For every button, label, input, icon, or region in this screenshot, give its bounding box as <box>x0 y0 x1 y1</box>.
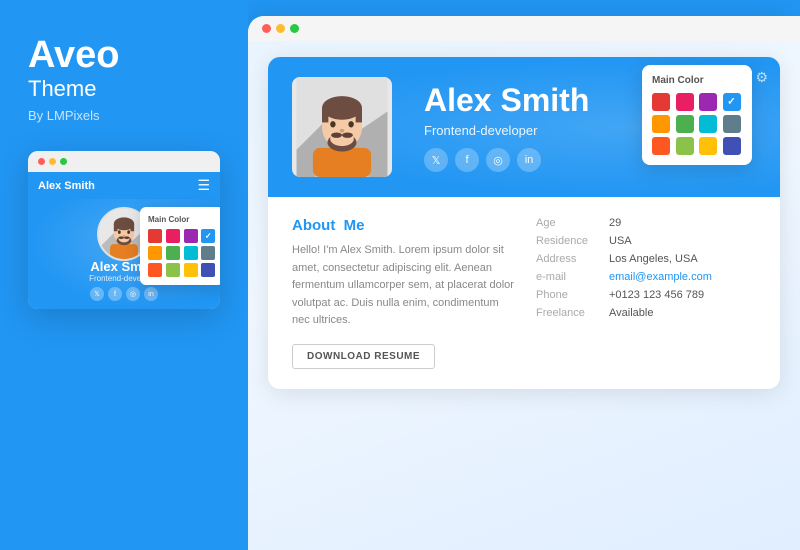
mini-social: 𝕏 f ◎ in <box>90 287 158 301</box>
about-section: About Me Hello! I'm Alex Smith. Lorem ip… <box>292 217 516 369</box>
mini-browser-bar <box>28 151 220 172</box>
mini-facebook-icon[interactable]: f <box>108 287 122 301</box>
mini-instagram-icon[interactable]: ◎ <box>126 287 140 301</box>
main-hero: Alex Smith Frontend-developer 𝕏 f ◎ in ⚙… <box>268 57 780 197</box>
mini-color-grid <box>148 229 216 277</box>
about-title-highlight: Me <box>344 217 365 234</box>
mini-browser: Alex Smith ☰ ⚙ <box>28 151 220 309</box>
color-swatch-main-11[interactable] <box>723 137 741 155</box>
main-dot-yellow <box>276 24 285 33</box>
info-row-0: Age 29 <box>536 217 756 229</box>
color-swatch-mini-11[interactable] <box>201 263 215 277</box>
color-swatch-main-0[interactable] <box>652 93 670 111</box>
color-swatch-mini-9[interactable] <box>166 263 180 277</box>
color-swatch-main-6[interactable] <box>699 115 717 133</box>
info-section: Age 29 Residence USA Address Los Angeles, USA… <box>536 217 756 369</box>
info-label-0: Age <box>536 217 601 229</box>
left-panel: Aveo Theme By LMPixels Alex Smith ☰ ⚙ <box>0 0 248 550</box>
color-swatch-main-5[interactable] <box>676 115 694 133</box>
main-body: About Me Hello! I'm Alex Smith. Lorem ip… <box>268 197 780 389</box>
info-row-3: e-mail email@example.com <box>536 271 756 283</box>
brand-by: By LMPixels <box>28 108 100 123</box>
color-swatch-mini-10[interactable] <box>184 263 198 277</box>
mini-dot-green <box>60 158 67 165</box>
color-swatch-mini-1[interactable] <box>166 229 180 243</box>
mini-color-picker: Main Color <box>140 207 220 285</box>
mini-twitter-icon[interactable]: 𝕏 <box>90 287 104 301</box>
info-row-4: Phone +0123 123 456 789 <box>536 289 756 301</box>
main-avatar <box>292 77 392 177</box>
color-swatch-mini-3[interactable] <box>201 229 215 243</box>
color-swatch-mini-7[interactable] <box>201 246 215 260</box>
color-swatch-mini-8[interactable] <box>148 263 162 277</box>
color-swatch-main-2[interactable] <box>699 93 717 111</box>
main-color-picker-title: Main Color <box>652 75 742 86</box>
color-swatch-main-7[interactable] <box>723 115 741 133</box>
info-value-1: USA <box>609 235 632 247</box>
info-value-2: Los Angeles, USA <box>609 253 698 265</box>
brand-title: Aveo <box>28 36 120 74</box>
info-label-5: Freelance <box>536 307 601 319</box>
info-label-3: e-mail <box>536 271 601 283</box>
mini-dot-yellow <box>49 158 56 165</box>
info-value-0: 29 <box>609 217 621 229</box>
info-value-5: Available <box>609 307 653 319</box>
color-swatch-main-9[interactable] <box>676 137 694 155</box>
color-swatch-mini-0[interactable] <box>148 229 162 243</box>
brand-subtitle: Theme <box>28 76 96 102</box>
color-swatch-mini-4[interactable] <box>148 246 162 260</box>
mini-color-picker-title: Main Color <box>148 215 216 224</box>
info-row-5: Freelance Available <box>536 307 756 319</box>
download-resume-button[interactable]: DOWNLOAD RESUME <box>292 344 435 369</box>
mini-linkedin-icon[interactable]: in <box>144 287 158 301</box>
color-swatch-mini-5[interactable] <box>166 246 180 260</box>
about-title: About Me <box>292 217 516 234</box>
mini-nav-name: Alex Smith <box>38 180 95 192</box>
info-row-2: Address Los Angeles, USA <box>536 253 756 265</box>
info-value-4: +0123 123 456 789 <box>609 289 704 301</box>
color-swatch-main-8[interactable] <box>652 137 670 155</box>
color-swatch-mini-2[interactable] <box>184 229 198 243</box>
mini-browser-nav: Alex Smith ☰ <box>28 172 220 199</box>
info-row-1: Residence USA <box>536 235 756 247</box>
info-value-3[interactable]: email@example.com <box>609 271 712 283</box>
main-browser-bar <box>248 16 800 41</box>
main-dot-green <box>290 24 299 33</box>
mini-hamburger-icon[interactable]: ☰ <box>197 177 210 194</box>
mini-dot-red <box>38 158 45 165</box>
info-label-1: Residence <box>536 235 601 247</box>
main-facebook-icon[interactable]: f <box>455 148 479 172</box>
color-swatch-main-4[interactable] <box>652 115 670 133</box>
main-twitter-icon[interactable]: 𝕏 <box>424 148 448 172</box>
color-swatch-main-3[interactable] <box>723 93 741 111</box>
about-text: Hello! I'm Alex Smith. Lorem ipsum dolor… <box>292 242 516 330</box>
main-instagram-icon[interactable]: ◎ <box>486 148 510 172</box>
gear-icon[interactable]: ⚙ <box>755 69 768 86</box>
main-color-picker: Main Color <box>642 65 752 165</box>
color-swatch-main-10[interactable] <box>699 137 717 155</box>
color-swatch-mini-6[interactable] <box>184 246 198 260</box>
color-swatch-main-1[interactable] <box>676 93 694 111</box>
main-dot-red <box>262 24 271 33</box>
main-linkedin-icon[interactable]: in <box>517 148 541 172</box>
right-panel: Alex Smith Frontend-developer 𝕏 f ◎ in ⚙… <box>248 16 800 550</box>
main-card: Alex Smith Frontend-developer 𝕏 f ◎ in ⚙… <box>268 57 780 389</box>
info-label-2: Address <box>536 253 601 265</box>
main-color-grid <box>652 93 742 155</box>
about-title-prefix: About <box>292 217 335 234</box>
info-label-4: Phone <box>536 289 601 301</box>
